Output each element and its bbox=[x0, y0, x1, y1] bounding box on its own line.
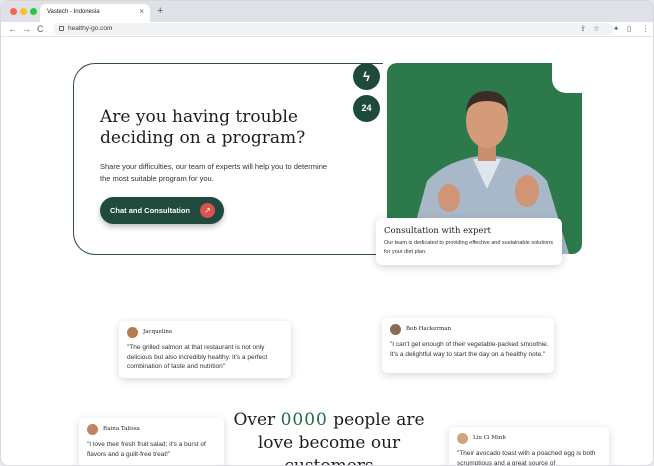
testimonial-card: Raina Talissa "I love their fresh fruit … bbox=[79, 418, 224, 465]
lightning-bolt-icon: ϟ bbox=[353, 63, 380, 90]
testimonial-name: Raina Talissa bbox=[103, 426, 140, 432]
customer-counter: 0000 bbox=[280, 410, 328, 430]
hero-description: Share your difficulties, our team of exp… bbox=[100, 162, 328, 183]
side-panel-icon[interactable]: ▯ bbox=[627, 24, 631, 34]
arrow-up-right-icon: ↗ bbox=[200, 203, 215, 218]
testimonial-name: Liu Ci Minh bbox=[473, 435, 506, 441]
maximize-window-button[interactable] bbox=[30, 8, 37, 15]
testimonial-quote: "I can't get enough of their vegetable-p… bbox=[390, 341, 549, 358]
browser-menu-icon[interactable]: ⋮ bbox=[642, 24, 650, 34]
testimonial-card: Jacqueline "The grilled salmon at that r… bbox=[119, 321, 291, 378]
tab-bar: Vastech - Indonesia × + bbox=[1, 1, 653, 22]
avatar bbox=[390, 324, 401, 335]
headline-prefix: Over bbox=[233, 410, 276, 430]
browser-window: Vastech - Indonesia × + ← → C healthy-go… bbox=[0, 0, 654, 466]
avatar bbox=[87, 424, 98, 435]
back-icon[interactable]: ← bbox=[8, 23, 17, 35]
testimonial-quote: "The grilled salmon at that restaurant i… bbox=[127, 344, 268, 370]
customer-count-headline: Over 0000 people are love become our cus… bbox=[229, 409, 429, 465]
testimonial-card: Bob Hackerman "I can't get enough of the… bbox=[382, 318, 554, 373]
testimonial-name: Jacqueline bbox=[143, 329, 173, 335]
browser-toolbar: ← → C healthy-go.com ⇪ ☆ ✦ ▯ ⋮ bbox=[1, 22, 653, 37]
close-window-button[interactable] bbox=[10, 8, 17, 15]
testimonial-quote: "I love their fresh fruit salad; it's a … bbox=[87, 441, 206, 458]
testimonial-card: Liu Ci Minh "Their avocado toast with a … bbox=[449, 427, 609, 466]
consultation-expert-card: Consultation with expert Our team is ded… bbox=[376, 218, 562, 265]
tab-title: Vastech - Indonesia bbox=[47, 9, 100, 15]
avatar bbox=[127, 327, 138, 338]
lock-icon bbox=[59, 26, 64, 31]
chat-consultation-button[interactable]: Chat and Consultation ↗ bbox=[100, 197, 224, 224]
address-bar[interactable]: healthy-go.com bbox=[53, 23, 613, 35]
cta-label: Chat and Consultation bbox=[110, 206, 190, 215]
reload-icon[interactable]: C bbox=[37, 23, 44, 35]
support-24-icon: 24 bbox=[353, 95, 380, 122]
browser-tab[interactable]: Vastech - Indonesia × bbox=[40, 4, 150, 22]
expert-card-description: Our team is dedicated to providing effec… bbox=[384, 240, 553, 255]
new-tab-icon[interactable]: + bbox=[157, 6, 163, 17]
page-content: Are you having trouble deciding on a pro… bbox=[1, 37, 653, 466]
expert-card-title: Consultation with expert bbox=[384, 226, 491, 236]
minimize-window-button[interactable] bbox=[20, 8, 27, 15]
hero-title: Are you having trouble deciding on a pro… bbox=[100, 107, 306, 148]
close-tab-icon[interactable]: × bbox=[139, 7, 144, 17]
avatar bbox=[457, 433, 468, 444]
extensions-icon[interactable]: ✦ bbox=[613, 24, 619, 34]
url-text: healthy-go.com bbox=[68, 25, 113, 32]
hero-card bbox=[73, 63, 383, 255]
photo-corner-notch bbox=[552, 63, 582, 93]
share-icon[interactable]: ⇪ bbox=[580, 24, 586, 34]
testimonial-name: Bob Hackerman bbox=[406, 326, 452, 332]
testimonial-quote: "Their avocado toast with a poached egg … bbox=[457, 450, 596, 466]
forward-icon[interactable]: → bbox=[22, 23, 31, 35]
bookmark-star-icon[interactable]: ☆ bbox=[593, 24, 600, 34]
